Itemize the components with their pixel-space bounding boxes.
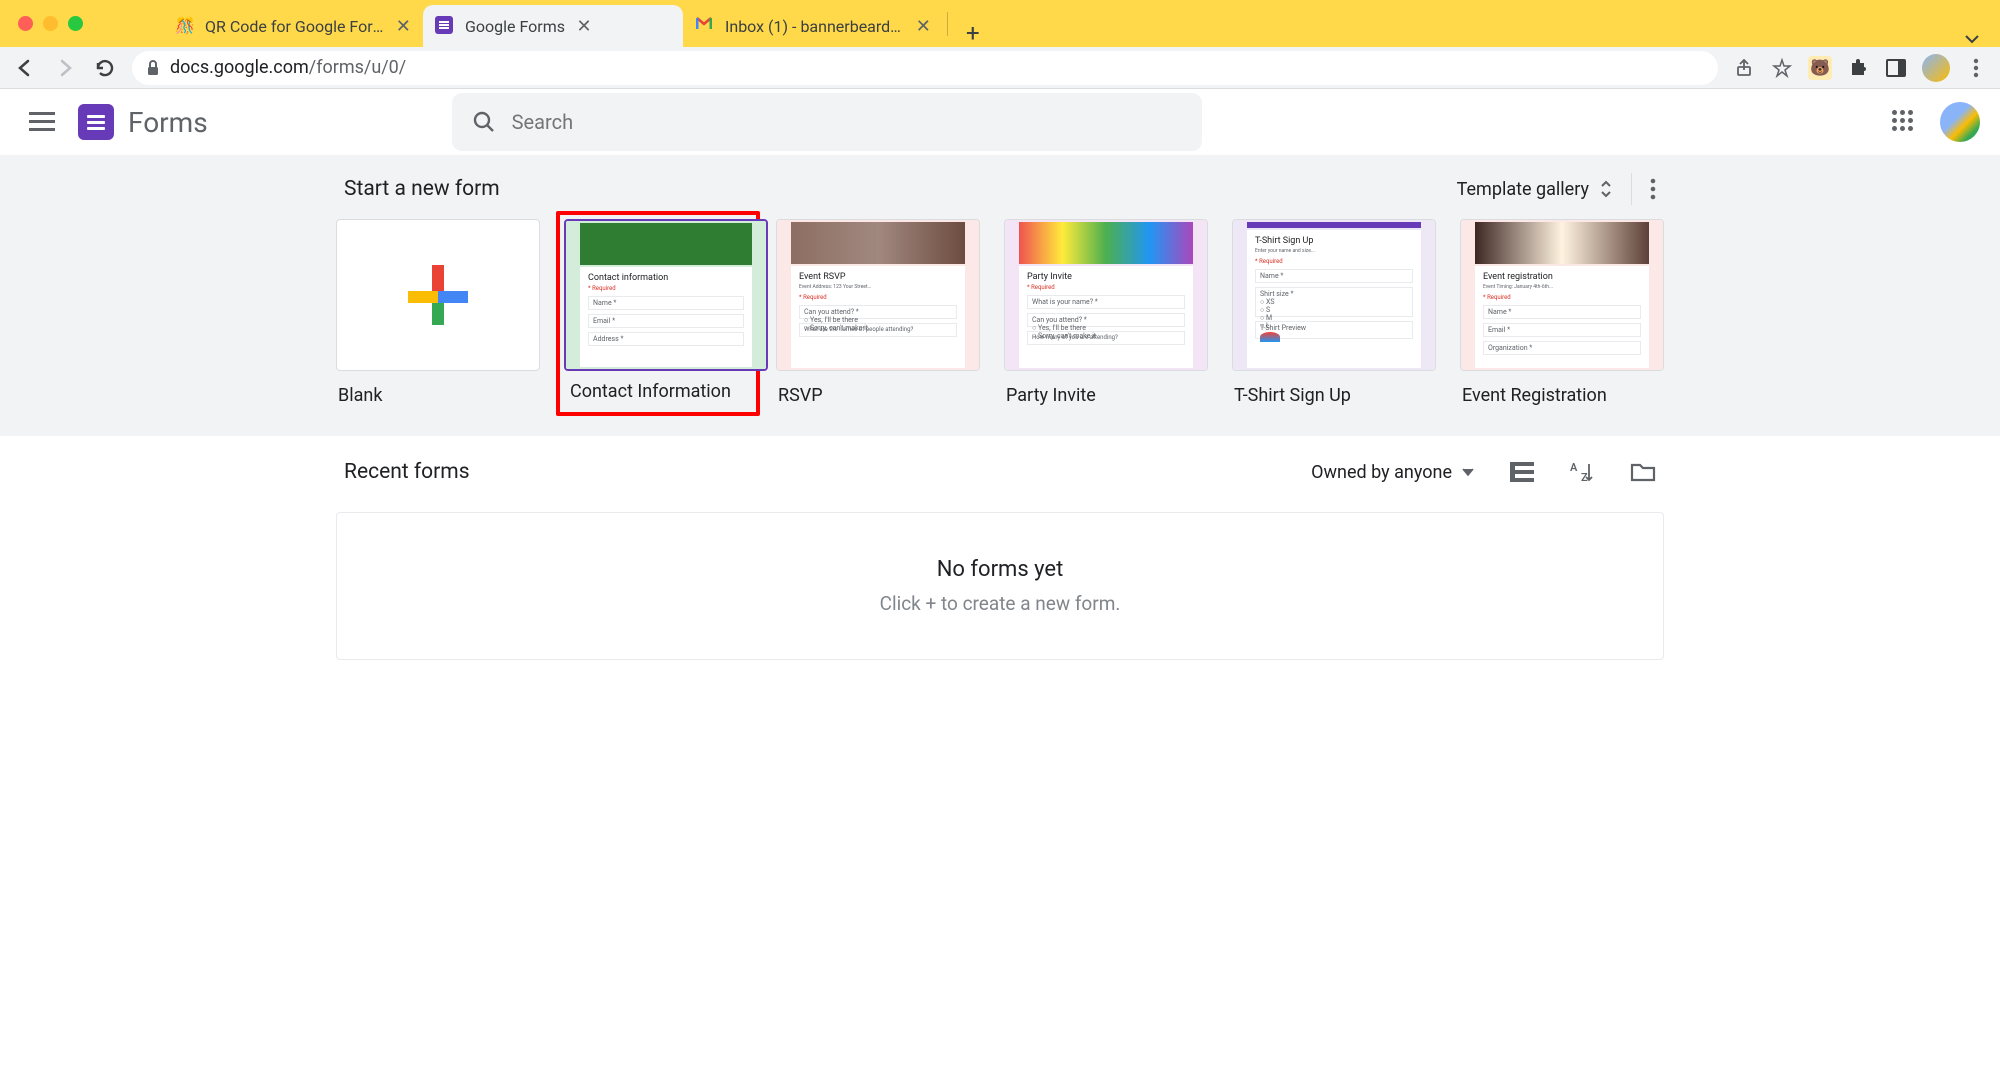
preview-title: Contact information	[588, 273, 744, 283]
recent-controls: Owned by anyone AZ	[1311, 461, 1656, 483]
folder-icon[interactable]	[1630, 461, 1656, 483]
gallery-label: Template gallery	[1457, 179, 1589, 200]
template-thumb: Party Invite * Required What is your nam…	[1004, 219, 1208, 371]
browser-tab-strip: 🎊 QR Code for Google Form - Pr ✕ Google …	[0, 0, 2000, 47]
templates-row: Blank Contact information * Required Nam…	[336, 219, 1664, 408]
dropdown-icon	[1462, 468, 1474, 476]
tabs-row: 🎊 QR Code for Google Form - Pr ✕ Google …	[163, 0, 2000, 47]
more-options-button[interactable]	[1650, 178, 1656, 200]
recent-title: Recent forms	[344, 460, 470, 484]
app-name: Forms	[128, 106, 208, 139]
close-tab-icon[interactable]: ✕	[916, 17, 931, 35]
template-gallery-button[interactable]: Template gallery	[1457, 179, 1613, 200]
search-box[interactable]	[452, 93, 1202, 151]
template-label: Event Registration	[1460, 385, 1664, 406]
preview-title: Event RSVP	[799, 272, 957, 282]
share-icon[interactable]	[1732, 56, 1756, 80]
tab-title: QR Code for Google Form - Pr	[205, 17, 386, 36]
search-input[interactable]	[512, 110, 1182, 134]
close-window-button[interactable]	[18, 16, 33, 31]
new-tab-button[interactable]: +	[952, 19, 994, 47]
template-label: RSVP	[776, 385, 980, 406]
gmail-icon	[695, 16, 715, 36]
template-contact-information[interactable]: Contact information * Required Name * Em…	[556, 211, 760, 416]
tab-gmail-inbox[interactable]: Inbox (1) - bannerbeardemo@ ✕	[683, 5, 943, 47]
svg-text:A: A	[1570, 461, 1578, 474]
tab-title: Google Forms	[465, 17, 565, 36]
tab-qr-code[interactable]: 🎊 QR Code for Google Form - Pr ✕	[163, 5, 423, 47]
empty-title: No forms yet	[381, 557, 1619, 582]
minimize-window-button[interactable]	[43, 16, 58, 31]
tab-separator	[947, 12, 948, 36]
filter-label: Owned by anyone	[1311, 462, 1452, 483]
close-tab-icon[interactable]: ✕	[575, 17, 593, 35]
template-thumb: Event RSVP Event Address: 123 Your Stree…	[776, 219, 980, 371]
tab-title: Inbox (1) - bannerbeardemo@	[725, 17, 906, 36]
template-label: T-Shirt Sign Up	[1232, 385, 1436, 406]
templates-section: Start a new form Template gallery	[0, 155, 2000, 436]
template-thumb: Contact information * Required Name * Em…	[564, 219, 768, 371]
reload-button[interactable]	[92, 55, 118, 81]
template-thumb	[336, 219, 540, 371]
extensions-icon[interactable]	[1846, 56, 1870, 80]
recent-header: Recent forms Owned by anyone AZ	[336, 460, 1664, 484]
tab-google-forms[interactable]: Google Forms ✕	[423, 5, 683, 47]
unfold-icon	[1599, 179, 1613, 199]
profile-avatar[interactable]	[1922, 54, 1950, 82]
bookmark-icon[interactable]	[1770, 56, 1794, 80]
account-avatar[interactable]	[1940, 102, 1980, 142]
maximize-window-button[interactable]	[68, 16, 83, 31]
confetti-icon: 🎊	[175, 16, 195, 36]
tabs-dropdown-icon[interactable]	[1964, 31, 1980, 47]
forms-logo-icon[interactable]	[78, 104, 114, 140]
google-apps-icon[interactable]	[1892, 110, 1916, 134]
recent-section: Recent forms Owned by anyone AZ No forms…	[0, 436, 2000, 684]
template-rsvp[interactable]: Event RSVP Event Address: 123 Your Stree…	[776, 219, 980, 408]
templates-header: Start a new form Template gallery	[336, 173, 1664, 205]
templates-title: Start a new form	[344, 177, 500, 201]
template-event-registration[interactable]: Event registration Event Timing: January…	[1460, 219, 1664, 408]
url-text: docs.google.com/forms/u/0/	[170, 57, 406, 78]
template-party-invite[interactable]: Party Invite * Required What is your nam…	[1004, 219, 1208, 408]
toolbar-actions: 🐻	[1732, 54, 1988, 82]
template-blank[interactable]: Blank	[336, 219, 540, 408]
template-thumb: Event registration Event Timing: January…	[1460, 219, 1664, 371]
template-label: Contact Information	[564, 381, 752, 408]
template-thumb: T-Shirt Sign Up Enter your name and size…	[1232, 219, 1436, 371]
lock-icon	[146, 60, 160, 76]
template-label: Blank	[336, 385, 540, 406]
empty-subtitle: Click + to create a new form.	[381, 592, 1619, 615]
preview-title: Event registration	[1483, 272, 1641, 282]
forms-favicon-icon	[435, 16, 455, 36]
sort-az-icon[interactable]: AZ	[1570, 461, 1594, 483]
browser-menu-icon[interactable]	[1964, 56, 1988, 80]
header-actions	[1892, 102, 1980, 142]
recent-empty-state: No forms yet Click + to create a new for…	[336, 512, 1664, 660]
preview-title: T-Shirt Sign Up	[1255, 236, 1413, 246]
separator	[1631, 173, 1632, 205]
close-tab-icon[interactable]: ✕	[396, 17, 412, 35]
forward-button[interactable]	[52, 55, 78, 81]
main-menu-button[interactable]	[20, 100, 64, 144]
address-bar[interactable]: docs.google.com/forms/u/0/	[132, 51, 1718, 85]
preview-required: * Required	[588, 285, 744, 292]
bear-extension-icon[interactable]: 🐻	[1808, 56, 1832, 80]
list-view-icon[interactable]	[1510, 462, 1534, 482]
app-header: Forms	[0, 89, 2000, 155]
template-tshirt-signup[interactable]: T-Shirt Sign Up Enter your name and size…	[1232, 219, 1436, 408]
url-toolbar: docs.google.com/forms/u/0/ 🐻	[0, 47, 2000, 89]
sidepanel-icon[interactable]	[1884, 56, 1908, 80]
template-label: Party Invite	[1004, 385, 1208, 406]
plus-icon	[408, 265, 468, 325]
templates-actions: Template gallery	[1457, 173, 1656, 205]
search-icon	[472, 110, 496, 134]
ownership-filter[interactable]: Owned by anyone	[1311, 462, 1474, 483]
window-controls	[18, 16, 83, 31]
back-button[interactable]	[12, 55, 38, 81]
preview-title: Party Invite	[1027, 272, 1185, 282]
